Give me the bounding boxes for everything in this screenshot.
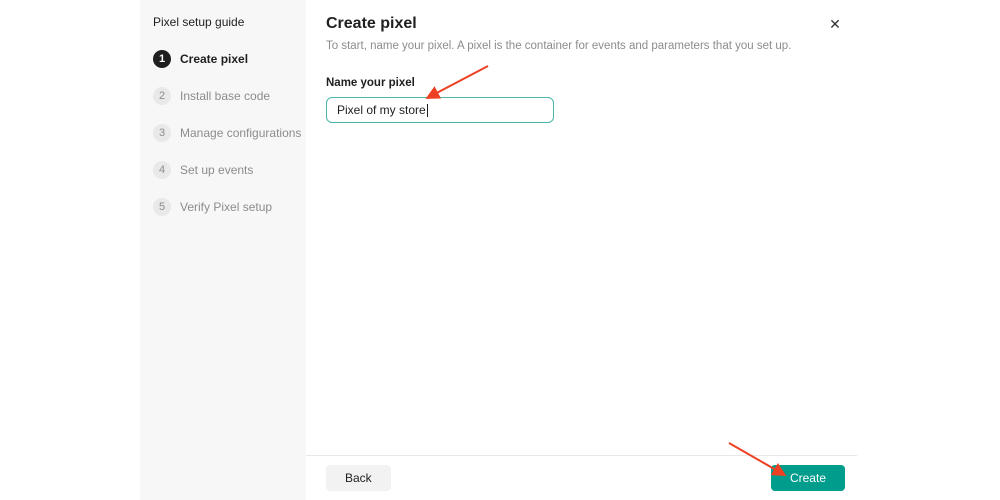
step-label: Verify Pixel setup [180,200,273,214]
create-pixel-panel: Create pixel To start, name your pixel. … [306,0,857,500]
sidebar-step-manage-configurations[interactable]: 3 Manage configurations [153,124,301,142]
pixel-name-label: Name your pixel [326,77,415,89]
create-button[interactable]: Create [770,465,845,491]
close-icon[interactable]: ✕ [827,16,843,32]
setup-steps-sidebar: Pixel setup guide 1 Create pixel 2 Insta… [140,0,306,500]
step-label: Set up events [180,163,254,177]
panel-body-spacer [306,123,857,455]
step-label: Create pixel [180,52,249,66]
text-caret [426,103,428,117]
pixel-name-value: Pixel of my store [337,103,426,117]
step-number-badge: 3 [153,124,171,142]
back-button[interactable]: Back [326,465,391,491]
sidebar-step-install-base-code[interactable]: 2 Install base code [153,87,294,105]
step-label: Install base code [180,89,271,103]
panel-footer: Back Create [306,455,857,500]
step-number-badge: 5 [153,198,171,216]
panel-header: Create pixel To start, name your pixel. … [306,0,857,52]
step-number-badge: 2 [153,87,171,105]
sidebar-step-verify-pixel-setup[interactable]: 5 Verify Pixel setup [153,198,294,216]
pixel-setup-modal: Pixel setup guide 1 Create pixel 2 Insta… [0,0,1000,500]
step-number-badge: 4 [153,161,171,179]
pixel-name-input[interactable]: Pixel of my store [326,97,554,123]
panel-description: To start, name your pixel. A pixel is th… [326,40,792,52]
step-label: Manage configurations [180,126,302,140]
panel-title: Create pixel [326,15,417,32]
sidebar-step-set-up-events[interactable]: 4 Set up events [153,161,294,179]
step-number-badge: 1 [153,50,171,68]
sidebar-title: Pixel setup guide [153,15,245,29]
pixel-name-form: Name your pixel Pixel of my store [306,52,857,123]
sidebar-step-create-pixel[interactable]: 1 Create pixel [153,50,294,68]
